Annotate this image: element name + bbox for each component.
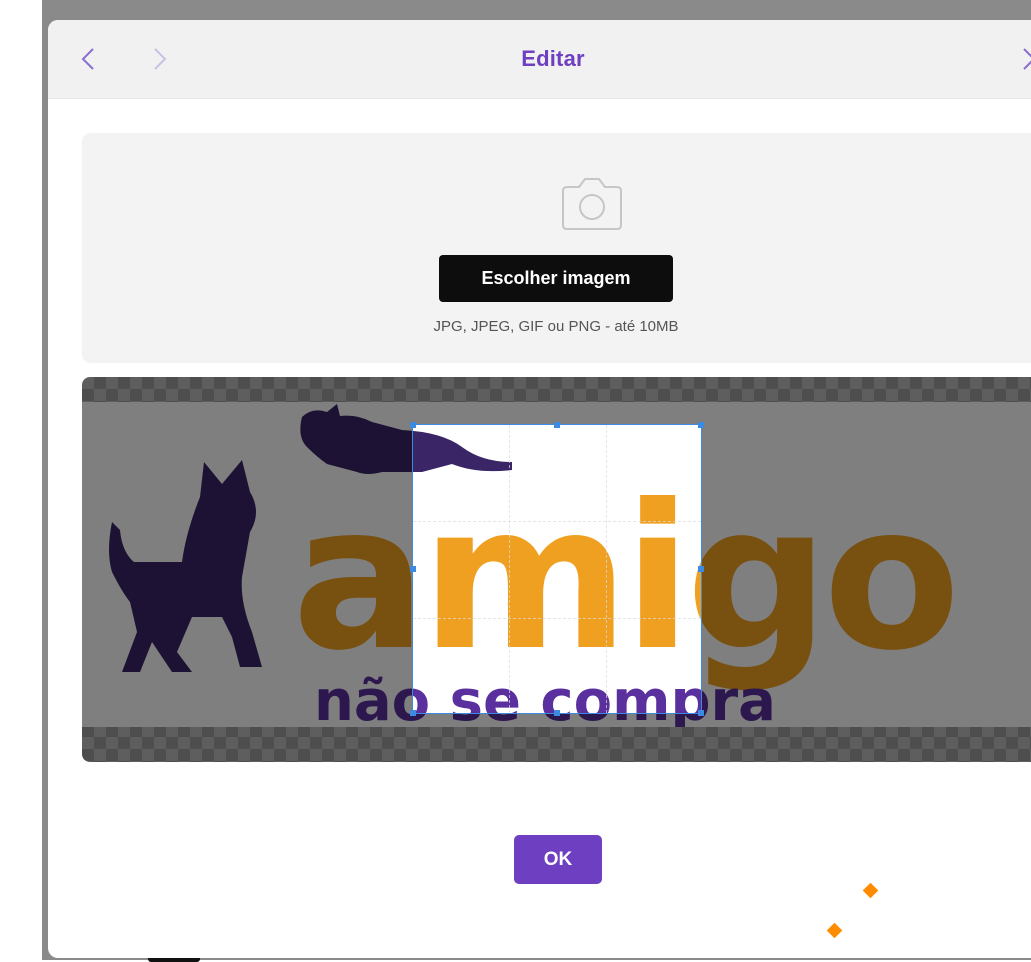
modal-header: Editar [48, 20, 1031, 99]
crop-center-mark [552, 564, 562, 574]
image-upload-area[interactable]: Escolher imagem JPG, JPEG, GIF ou PNG - … [82, 133, 1031, 363]
choose-image-button[interactable]: Escolher imagem [439, 255, 673, 302]
dog-silhouette [109, 460, 262, 672]
crop-handle-nw[interactable] [410, 422, 416, 428]
crop-guide-line [413, 618, 701, 619]
camera-icon [562, 178, 622, 230]
crop-guide-line [509, 425, 510, 713]
crop-handle-n[interactable] [554, 422, 560, 428]
image-crop-area[interactable]: amigo não se compra [82, 377, 1031, 762]
crop-handle-s[interactable] [554, 710, 560, 716]
chevron-right-icon [1023, 48, 1031, 70]
ok-button[interactable]: OK [514, 835, 602, 884]
crop-handle-e[interactable] [698, 566, 704, 572]
modal-title: Editar [521, 46, 585, 71]
crop-handle-se[interactable] [698, 710, 704, 716]
crop-selection[interactable] [410, 422, 704, 716]
crop-guide-line [413, 521, 701, 522]
crop-guide-line [606, 425, 607, 713]
edit-modal: Editar Escolher imagem JPG, JPEG, GIF ou… [48, 20, 1031, 958]
crop-handle-sw[interactable] [410, 710, 416, 716]
close-button[interactable] [1014, 44, 1031, 74]
crop-handle-ne[interactable] [698, 422, 704, 428]
crop-handle-w[interactable] [410, 566, 416, 572]
upload-hint: JPG, JPEG, GIF ou PNG - até 10MB [433, 318, 679, 335]
